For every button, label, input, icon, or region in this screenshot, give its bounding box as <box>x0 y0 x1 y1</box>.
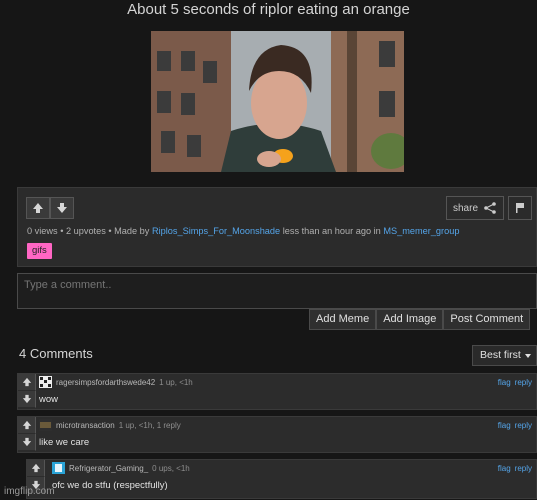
author-link[interactable]: Riplos_Simps_For_Moonshade <box>152 226 280 236</box>
avatar[interactable] <box>52 462 65 474</box>
post-meta: 0 views • 2 upvotes • Made by Riplos_Sim… <box>27 226 460 236</box>
downvote-button[interactable] <box>50 197 74 219</box>
comment-username[interactable]: ragersimpsfordarthswede42 <box>56 378 155 387</box>
avatar[interactable] <box>39 419 52 431</box>
comment-meta: Refrigerator_Gaming_ 0 ups, <1h <box>69 464 190 473</box>
comment-vote-group <box>18 417 36 452</box>
arrow-up-icon <box>22 377 31 387</box>
avatar[interactable] <box>39 376 52 388</box>
comment-input[interactable] <box>17 273 537 309</box>
comment-item-reply: Refrigerator_Gaming_ 0 ups, <1h flag reply… <box>26 459 537 499</box>
comment-links: flag reply <box>494 378 532 387</box>
sort-select[interactable]: Best first <box>472 345 537 366</box>
flag-link[interactable]: flag <box>498 464 511 473</box>
comment-downvote-button[interactable] <box>18 391 36 408</box>
post-comment-button[interactable]: Post Comment <box>443 309 531 330</box>
comment-stats: 0 ups, <1h <box>152 464 190 473</box>
comment-stats: 1 up, <1h <box>159 378 193 387</box>
arrow-up-icon <box>31 463 40 473</box>
comment-links: flag reply <box>494 421 532 430</box>
post-panel: share 0 views • 2 upvotes • Made by Ripl… <box>17 187 537 267</box>
comment-text: ofc we do stfu (respectfully) <box>52 480 168 491</box>
post-image-art <box>151 31 404 172</box>
flag-button[interactable] <box>508 196 532 220</box>
comment-actions: Add Meme Add Image Post Comment <box>309 309 531 330</box>
comment-upvote-button[interactable] <box>18 417 36 434</box>
reply-link[interactable]: reply <box>515 378 532 387</box>
post-vote-group <box>26 197 74 219</box>
comment-meta: microtransaction 1 up, <1h, 1 reply <box>56 421 181 430</box>
chevron-down-icon <box>525 354 531 358</box>
arrow-up-icon <box>22 420 31 430</box>
arrow-down-icon <box>57 203 67 213</box>
comment-upvote-button[interactable] <box>27 460 45 477</box>
flag-link[interactable]: flag <box>498 421 511 430</box>
watermark: imgflip.com <box>4 486 55 497</box>
views-count: 0 views <box>27 226 58 236</box>
flag-link[interactable]: flag <box>498 378 511 387</box>
add-image-button[interactable]: Add Image <box>376 309 444 330</box>
share-icon <box>484 202 496 214</box>
arrow-up-icon <box>33 203 43 213</box>
reply-link[interactable]: reply <box>515 464 532 473</box>
arrow-down-icon <box>22 437 31 447</box>
comment-username[interactable]: Refrigerator_Gaming_ <box>69 464 148 473</box>
comment-text: like we care <box>39 437 90 448</box>
comment-text: wow <box>39 394 59 405</box>
made-by-label: Made by <box>114 226 150 236</box>
post-image[interactable] <box>151 31 404 172</box>
reply-link[interactable]: reply <box>515 421 532 430</box>
comment-stats: 1 up, <1h, 1 reply <box>118 421 181 430</box>
flag-icon <box>516 203 524 213</box>
post-title: About 5 seconds of riplor eating an oran… <box>127 1 410 18</box>
upvote-button[interactable] <box>26 197 50 219</box>
sort-label: Best first <box>480 349 521 361</box>
comment-downvote-button[interactable] <box>18 434 36 451</box>
comment-meta: ragersimpsfordarthswede42 1 up, <1h <box>56 378 193 387</box>
upvotes-count: 2 upvotes <box>65 226 106 236</box>
post-time: less than an hour ago in <box>282 226 381 236</box>
share-button[interactable]: share <box>446 196 504 220</box>
stream-link[interactable]: MS_memer_group <box>383 226 459 236</box>
comment-vote-group <box>18 374 36 409</box>
comments-count: 4 Comments <box>19 346 93 361</box>
comment-username[interactable]: microtransaction <box>56 421 115 430</box>
tag-gifs[interactable]: gifs <box>27 243 52 259</box>
arrow-down-icon <box>22 394 31 404</box>
comment-links: flag reply <box>494 464 532 473</box>
comment-item: microtransaction 1 up, <1h, 1 reply flag r… <box>17 416 537 453</box>
comment-upvote-button[interactable] <box>18 374 36 391</box>
comment-item: ragersimpsfordarthswede42 1 up, <1h flag r… <box>17 373 537 410</box>
add-meme-button[interactable]: Add Meme <box>309 309 377 330</box>
share-label: share <box>452 202 478 214</box>
